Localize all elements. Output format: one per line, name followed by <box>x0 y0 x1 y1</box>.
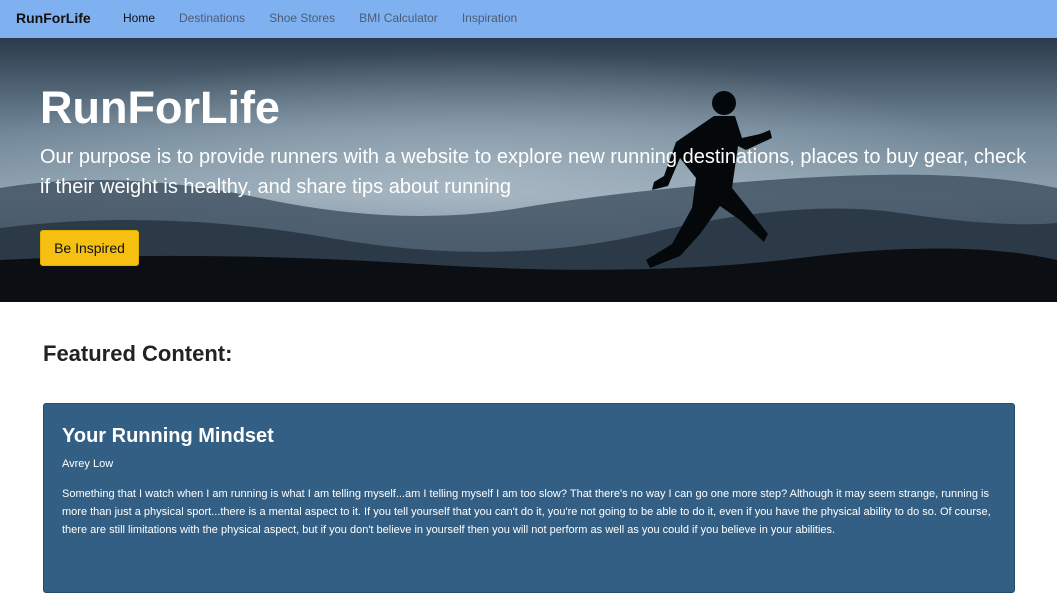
nav-link-inspiration[interactable]: Inspiration <box>462 10 517 26</box>
nav-link-bmi-calculator[interactable]: BMI Calculator <box>359 10 438 26</box>
article-title: Your Running Mindset <box>62 425 274 447</box>
top-navbar: RunForLife Home Destinations Shoe Stores… <box>0 0 1057 38</box>
hero-banner: RunForLife Our purpose is to provide run… <box>0 38 1057 302</box>
featured-content-heading: Featured Content: <box>43 341 233 366</box>
nav-link-destinations[interactable]: Destinations <box>179 10 245 26</box>
article-author: Avrey Low <box>62 458 114 470</box>
be-inspired-button[interactable]: Be Inspired <box>40 230 139 266</box>
nav-link-shoe-stores[interactable]: Shoe Stores <box>269 10 335 26</box>
featured-article-card[interactable]: Your Running Mindset Avrey Low Something… <box>43 403 1015 593</box>
nav-links: Home Destinations Shoe Stores BMI Calcul… <box>123 10 541 26</box>
hero-subtitle: Our purpose is to provide runners with a… <box>40 146 1027 198</box>
hero-title: RunForLife <box>40 82 280 133</box>
brand-link[interactable]: RunForLife <box>16 9 91 27</box>
nav-link-home[interactable]: Home <box>123 10 155 26</box>
article-body: Something that I watch when I am running… <box>62 488 991 536</box>
